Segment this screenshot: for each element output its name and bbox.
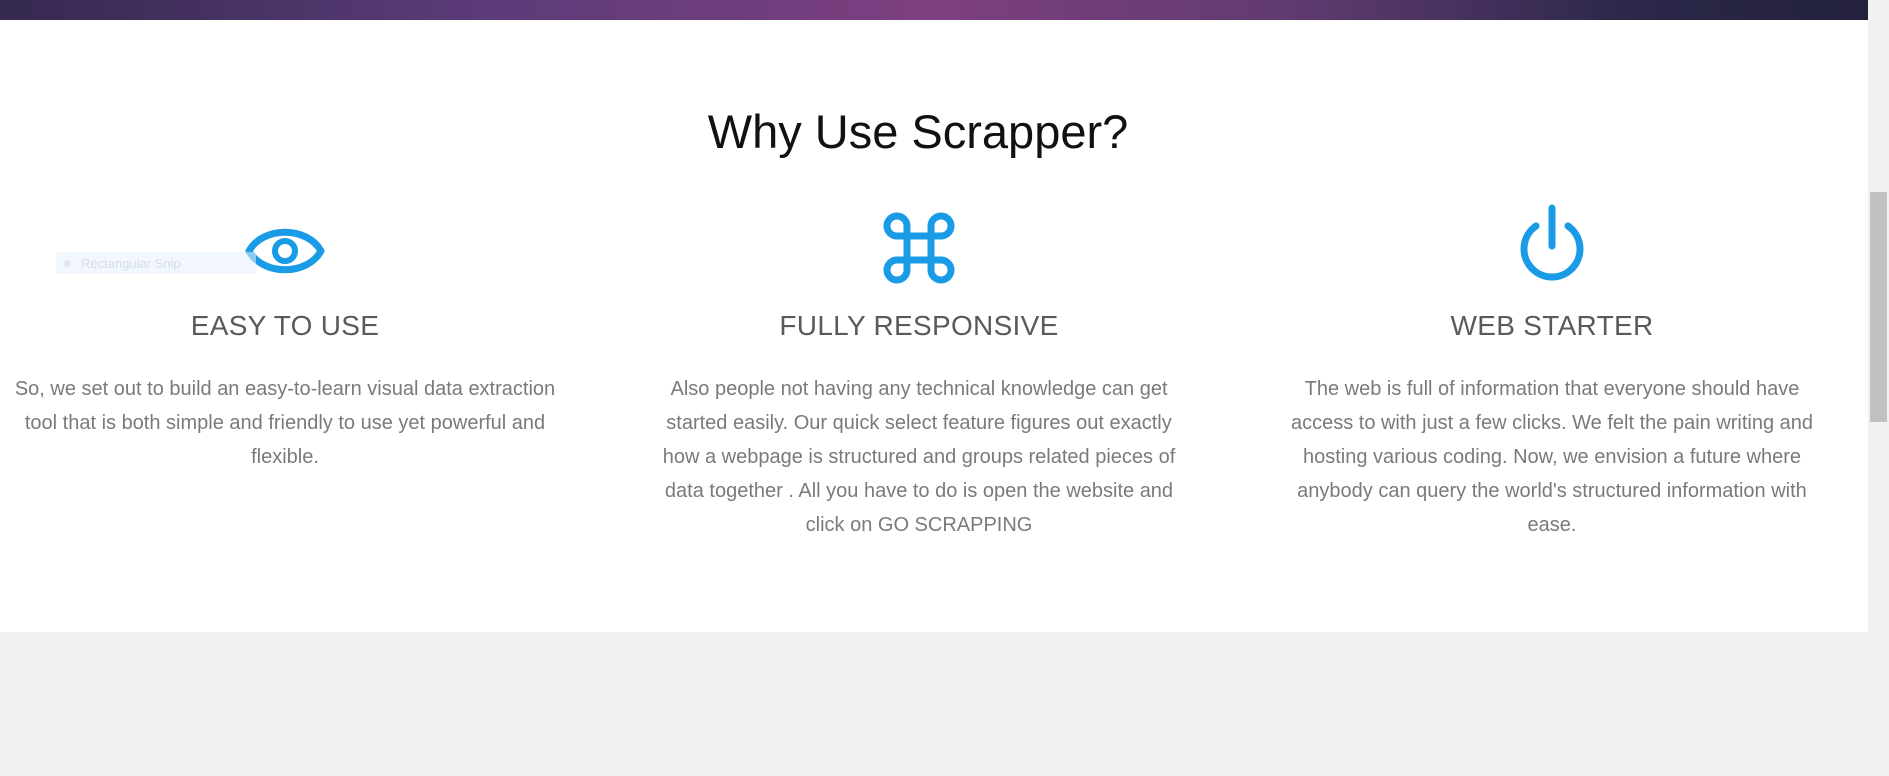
snip-label: Rectangular Snip <box>81 255 181 271</box>
feature-description: So, we set out to build an easy-to-learn… <box>14 378 556 468</box>
feature-web-starter: WEB STARTER The web is full of informati… <box>1272 200 1832 542</box>
feature-description: The web is full of information that ever… <box>1290 378 1814 536</box>
feature-description: Also people not having any technical kno… <box>662 378 1176 536</box>
section-title: Why Use Scrapper? <box>707 105 1129 158</box>
feature-fully-responsive: FULLY RESPONSIVE Also people not having … <box>639 200 1199 542</box>
hero-banner-bottom-edge <box>0 0 1868 20</box>
power-icon <box>1272 200 1832 284</box>
page: Why Use Scrapper? EASY TO USE So, we set… <box>0 0 1889 776</box>
rectangular-snip-overlay: Rectangular Snip <box>56 252 256 274</box>
feature-heading: WEB STARTER <box>1450 310 1654 341</box>
feature-heading: EASY TO USE <box>190 310 380 341</box>
feature-heading: FULLY RESPONSIVE <box>779 310 1059 341</box>
feature-easy-to-use: EASY TO USE So, we set out to build an e… <box>5 200 565 474</box>
command-icon <box>639 200 1199 284</box>
snip-icon <box>64 259 71 267</box>
scrollbar-thumb[interactable] <box>1870 192 1887 422</box>
